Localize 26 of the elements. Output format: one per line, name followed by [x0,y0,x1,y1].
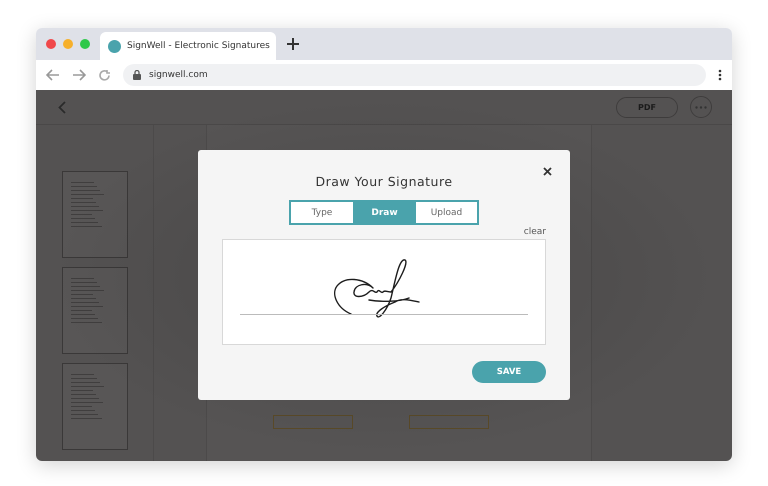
menu-icon[interactable] [718,69,722,81]
page-thumbnail[interactable] [62,267,128,354]
signature-field[interactable] [409,415,489,429]
close-window-icon[interactable] [46,39,56,49]
lock-icon [133,70,141,80]
signature-pad[interactable] [222,239,546,345]
close-icon[interactable] [543,167,552,176]
page-thumbnail[interactable] [62,363,128,450]
back-chevron-icon[interactable] [58,100,66,114]
clear-link[interactable]: clear [524,227,546,237]
minimize-window-icon[interactable] [63,39,73,49]
dialog-title: Draw Your Signature [315,174,453,189]
signature-field[interactable] [273,415,353,429]
address-field[interactable]: signwell.com [123,64,706,86]
signature-mode-tab[interactable]: Type [291,202,353,223]
reload-icon[interactable] [98,68,111,82]
new-tab-icon[interactable] [286,37,300,51]
signature-mode-tab[interactable]: Upload [415,202,477,223]
more-icon [695,106,707,108]
forward-arrow-icon[interactable] [72,69,86,81]
more-button[interactable] [690,96,712,118]
favicon-icon [108,40,121,52]
browser-tab[interactable]: SignWell - Electronic Signatures [100,32,276,60]
maximize-window-icon[interactable] [80,39,90,49]
back-arrow-icon[interactable] [46,69,60,81]
page-thumbnail[interactable] [62,171,128,258]
